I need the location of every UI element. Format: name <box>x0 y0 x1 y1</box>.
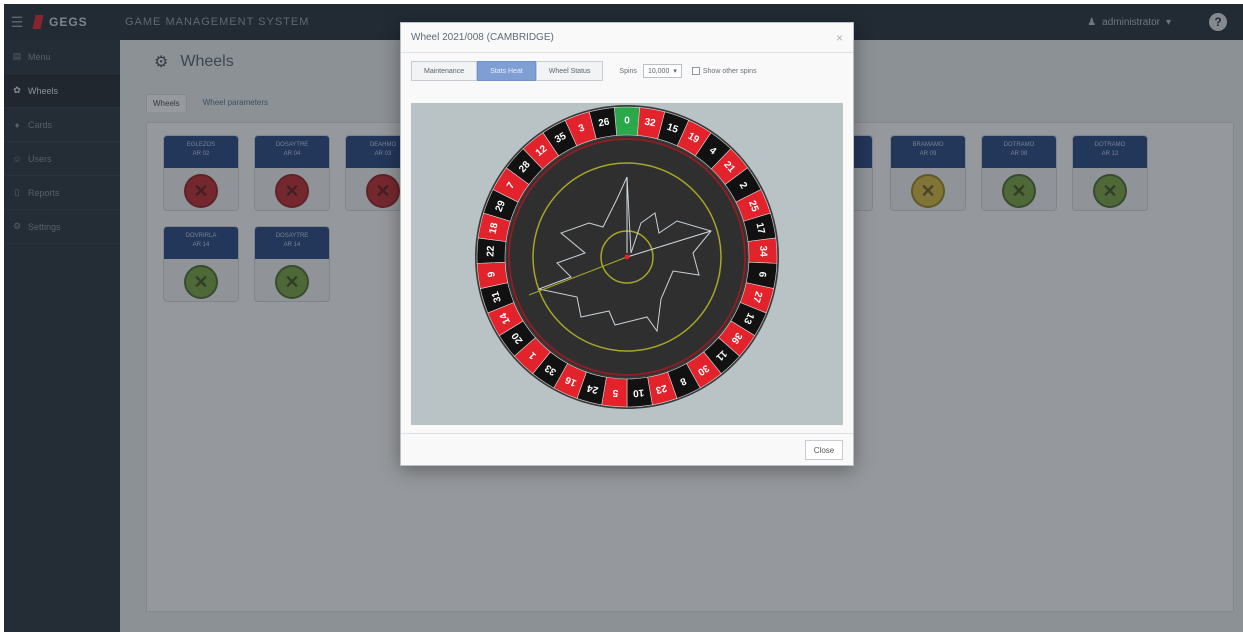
wheel-pocket-number: 26 <box>598 117 611 130</box>
spins-select[interactable]: 10,000 ▾ <box>642 64 682 78</box>
close-icon[interactable]: × <box>836 31 843 45</box>
spins-label: Spins <box>619 67 637 75</box>
other-spins-checkbox[interactable] <box>691 67 700 75</box>
modal-footer: Close <box>401 433 853 465</box>
wheel-center-dot <box>624 254 630 260</box>
modal-title: Wheel 2021/008 (CAMBRIDGE) <box>401 23 853 53</box>
tab-maintenance[interactable]: Maintenance <box>411 61 478 81</box>
chevron-down-icon: ▾ <box>673 68 677 75</box>
app-window: ☰ GEGS GAME MANAGEMENT SYSTEM ♟ administ… <box>4 4 1243 632</box>
wheel-pocket-number: 0 <box>624 116 630 127</box>
wheel-pocket-number: 34 <box>757 245 768 257</box>
other-spins-toggle[interactable]: Show other spins <box>691 67 757 75</box>
modal-toolbar: Maintenance Stats Heat Wheel Status Spin… <box>411 61 757 81</box>
close-button[interactable]: Close <box>805 440 843 460</box>
tab-wheel-status[interactable]: Wheel Status <box>535 61 604 81</box>
wheel-pocket-number: 22 <box>485 245 496 257</box>
wheel-pocket-number: 32 <box>644 117 657 130</box>
wheel-pocket-number: 10 <box>632 387 644 399</box>
other-spins-label: Show other spins <box>702 67 757 75</box>
tab-stats-heat[interactable]: Stats Heat <box>477 61 536 81</box>
wheel-modal: Wheel 2021/008 (CAMBRIDGE) × Maintenance… <box>400 22 854 466</box>
roulette-canvas: 0 32 15 19 4 21 2 25 17 34 6 27 13 36 11 30 8 23 10 5 24 16 33… <box>411 103 843 425</box>
spins-value: 10,000 <box>647 67 670 75</box>
roulette-wheel: 0 32 1519421225173462713361130823105241633… <box>475 105 779 409</box>
